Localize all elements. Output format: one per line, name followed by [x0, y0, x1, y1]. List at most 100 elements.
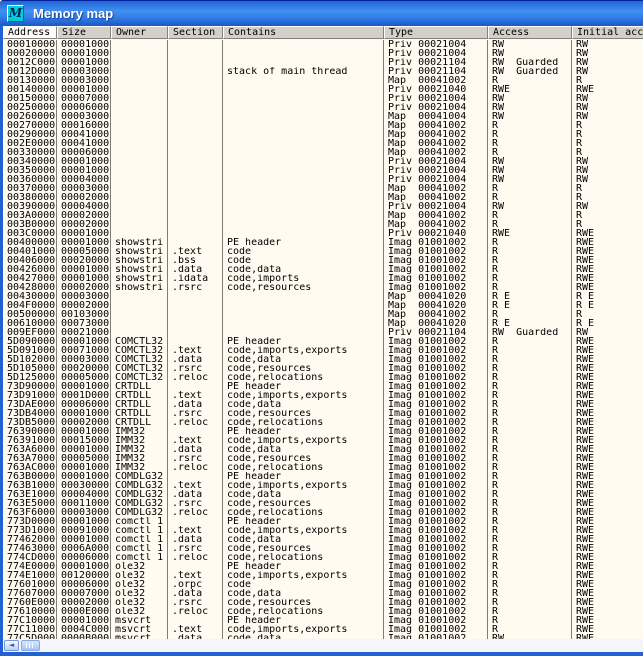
table-row[interactable]: 003C000000001000Priv 00021040RWERWE	[3, 229, 643, 238]
table-row[interactable]: 763E100000004000COMDLG32.datacode,dataIm…	[3, 490, 643, 499]
table-row[interactable]: 5D10500000020000COMCTL32.rsrccode,resour…	[3, 364, 643, 373]
cell-owner: CRTDLL	[111, 400, 168, 409]
table-row[interactable]: 7760E00000002000ole32.rsrccode,resources…	[3, 598, 643, 607]
table-row[interactable]: 77C110000004C000msvcrt.textcode,imports,…	[3, 625, 643, 634]
table-row[interactable]: 0036000000004000Priv 00021004RWRW	[3, 175, 643, 184]
table-row[interactable]: 0001000000001000Priv 00021004RWRW	[3, 40, 643, 49]
table-row[interactable]: 0026000000003000Map 00041004RWRW	[3, 112, 643, 121]
cell-type: Priv 00021104	[384, 58, 488, 67]
table-row[interactable]: 0034000000001000Priv 00021004RWRW	[3, 157, 643, 166]
cell-size: 00091000	[57, 526, 111, 535]
cell-address: 763F6000	[3, 508, 57, 517]
cell-type: Imag 01001002	[384, 454, 488, 463]
table-row[interactable]: 009EF00000021000Priv 00021104RW GuardedR…	[3, 328, 643, 337]
memory-map-icon[interactable]: M	[7, 5, 24, 22]
column-header-owner[interactable]: Owner	[111, 26, 168, 39]
table-row[interactable]: 7746200000001000comctl_1.datacode,dataIm…	[3, 535, 643, 544]
table-row[interactable]: 003A000000002000Map 00041002RR	[3, 211, 643, 220]
table-row[interactable]: 5D10200000003000COMCTL32.datacode,dataIm…	[3, 355, 643, 364]
cell-owner: comctl_1	[111, 544, 168, 553]
table-row[interactable]: 0061000000073000Map 00041020R ER E	[3, 319, 643, 328]
table-row[interactable]: 776100000000E000ole32.reloccode,relocati…	[3, 607, 643, 616]
cell-owner: showstri	[111, 247, 168, 256]
table-row[interactable]: 0035000000001000Priv 00021004RWRW	[3, 166, 643, 175]
table-row[interactable]: 0042600000001000showstri.datacode,dataIm…	[3, 265, 643, 274]
cell-size: 00006000	[57, 400, 111, 409]
cell-address: 73DB5000	[3, 418, 57, 427]
column-header-address[interactable]: Address	[3, 26, 57, 39]
table-row[interactable]: 73D9000000001000CRTDLLPE headerImag 0100…	[3, 382, 643, 391]
column-header-section[interactable]: Section	[168, 26, 223, 39]
cell-contains	[223, 193, 384, 202]
table-row[interactable]: 774E000000001000ole32PE headerImag 01001…	[3, 562, 643, 571]
table-row[interactable]: 73DAE00000006000CRTDLL.datacode,dataImag…	[3, 400, 643, 409]
column-header-access[interactable]: Access	[488, 26, 572, 39]
cell-owner: ole32	[111, 598, 168, 607]
cell-size: 00005000	[57, 373, 111, 382]
table-row[interactable]: 73DB500000002000CRTDLL.reloccode,relocat…	[3, 418, 643, 427]
table-row[interactable]: 002E000000041000Map 00041002RR	[3, 139, 643, 148]
table-row[interactable]: 763B000000001000COMDLG32PE headerImag 01…	[3, 472, 643, 481]
table-row[interactable]: 0014000000001000Priv 00021040RWERWE	[3, 85, 643, 94]
column-header-contains[interactable]: Contains	[223, 26, 384, 39]
table-row[interactable]: 0038000000002000Map 00041002RR	[3, 193, 643, 202]
table-row[interactable]: 73DB400000001000CRTDLL.rsrccode,resource…	[3, 409, 643, 418]
table-row[interactable]: 0037000000003000Map 00041002RR	[3, 184, 643, 193]
table-row[interactable]: 0029000000041000Map 00041002RR	[3, 130, 643, 139]
table-row[interactable]: 763F600000003000COMDLG32.reloccode,reloc…	[3, 508, 643, 517]
cell-initial-access: RWE	[572, 553, 643, 562]
table-row[interactable]: 0027000000016000Map 00041002RR	[3, 121, 643, 130]
scrollbar-thumb[interactable]	[21, 640, 40, 651]
table-row[interactable]: 763A600000001000IMM32.datacode,dataImag …	[3, 445, 643, 454]
scroll-left-button[interactable]: ◄	[4, 640, 19, 651]
table-row[interactable]: 0050000000103000Map 00041002RR	[3, 310, 643, 319]
table-row[interactable]: 004F000000002000Map 00041020R ER E	[3, 301, 643, 310]
table-row[interactable]: 0040000000001000showstriPE headerImag 01…	[3, 238, 643, 247]
cell-section: .text	[168, 391, 223, 400]
table-row[interactable]: 0042700000001000showstri.idatacode,impor…	[3, 274, 643, 283]
column-header-initial-access[interactable]: Initial acc	[572, 26, 643, 39]
table-row[interactable]: 77C1000000001000msvcrtPE headerImag 0100…	[3, 616, 643, 625]
table-row[interactable]: 774CD00000006000comctl_1.reloccode,reloc…	[3, 553, 643, 562]
table-row[interactable]: 0015000000007000Priv 00021004RWRW	[3, 94, 643, 103]
table-row[interactable]: 763A700000005000IMM32.rsrccode,resources…	[3, 454, 643, 463]
table-row[interactable]: 773D100000091000comctl_1.textcode,import…	[3, 526, 643, 535]
table-row[interactable]: 0013000000003000Map 00041002RR	[3, 76, 643, 85]
table-row[interactable]: 0025000000006000Priv 00021004RWRW	[3, 103, 643, 112]
table-row[interactable]: 0012D00000003000stack of main threadPriv…	[3, 67, 643, 76]
table-row[interactable]: 0039000000004000Priv 00021004RWRW	[3, 202, 643, 211]
table-row[interactable]: 7639000000001000IMM32PE headerImag 01001…	[3, 427, 643, 436]
table-row[interactable]: 0040100000005000showstri.textcodeImag 01…	[3, 247, 643, 256]
cell-section	[168, 139, 223, 148]
table-row[interactable]: 5D12500000005000COMCTL32.reloccode,reloc…	[3, 373, 643, 382]
cell-address: 7760E000	[3, 598, 57, 607]
table-row[interactable]: 773D000000001000comctl_1PE headerImag 01…	[3, 517, 643, 526]
table-row[interactable]: 0042800000002000showstri.rsrccode,resour…	[3, 283, 643, 292]
table-row[interactable]: 0040600000020000showstri.bsscodeImag 010…	[3, 256, 643, 265]
table-row[interactable]: 763B100000030000COMDLG32.textcode,import…	[3, 481, 643, 490]
table-row[interactable]: 774630000006A000comctl_1.rsrccode,resour…	[3, 544, 643, 553]
window-border-bottom	[0, 652, 643, 656]
cell-section	[168, 148, 223, 157]
table-row[interactable]: 0043000000003000Map 00041020R ER E	[3, 292, 643, 301]
cell-access: RW Guarded	[488, 67, 572, 76]
table-row[interactable]: 5D09100000071000COMCTL32.textcode,import…	[3, 346, 643, 355]
table-row[interactable]: 003B000000002000Map 00041002RR	[3, 220, 643, 229]
table-row[interactable]: 5D09000000001000COMCTL32PE headerImag 01…	[3, 337, 643, 346]
table-row[interactable]: 7760100000006000ole32.orpccodeImag 01001…	[3, 580, 643, 589]
title-bar[interactable]: M Memory map	[0, 0, 643, 26]
table-row[interactable]: 0002000000001000Priv 00021004RWRW	[3, 49, 643, 58]
column-header-type[interactable]: Type	[384, 26, 488, 39]
table-row[interactable]: 0033000000006000Map 00041002RR	[3, 148, 643, 157]
table-row[interactable]: 7760700000007000ole32.datacode,dataImag …	[3, 589, 643, 598]
table-row[interactable]: 763E500000011000COMDLG32.rsrccode,resour…	[3, 499, 643, 508]
table-row[interactable]: 7639100000015000IMM32.textcode,imports,e…	[3, 436, 643, 445]
table-row[interactable]: 774E100000120000ole32.textcode,imports,e…	[3, 571, 643, 580]
cell-access: R	[488, 121, 572, 130]
column-header-size[interactable]: Size	[57, 26, 111, 39]
table-row[interactable]: 763AC00000001000IMM32.reloccode,relocati…	[3, 463, 643, 472]
table-row[interactable]: 73D910000001D000CRTDLL.textcode,imports,…	[3, 391, 643, 400]
horizontal-scrollbar[interactable]: ◄	[3, 639, 643, 652]
table-row[interactable]: 0012C00000001000Priv 00021104RW GuardedR…	[3, 58, 643, 67]
cell-type: Map 00041020	[384, 301, 488, 310]
